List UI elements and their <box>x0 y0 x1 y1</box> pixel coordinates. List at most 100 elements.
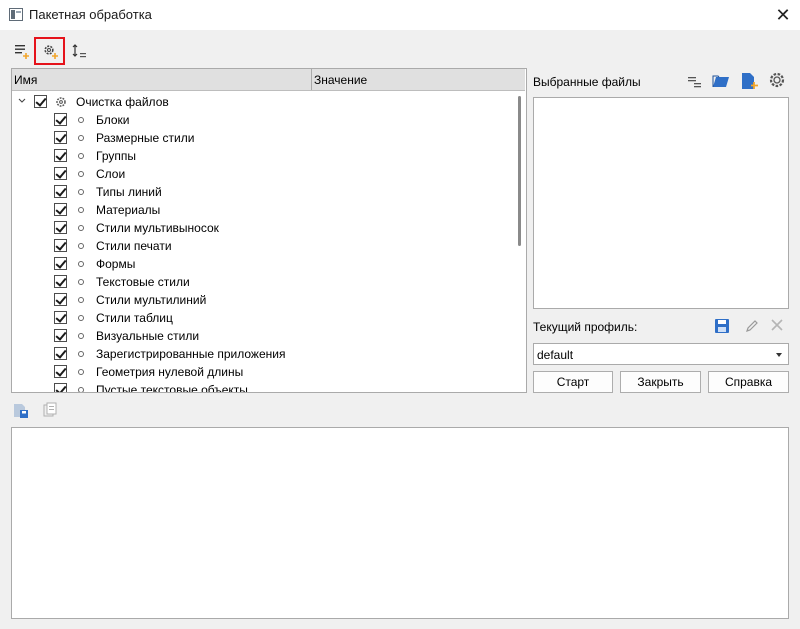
tree-item-label: Стили мультилиний <box>96 293 207 307</box>
tree-item-label: Типы линий <box>96 185 162 199</box>
bullet-icon <box>78 225 84 231</box>
bullet-icon <box>78 189 84 195</box>
tree-rows: Очистка файлов Блоки Размерные стили Групп… <box>12 93 512 393</box>
tree-row[interactable]: Визуальные стили <box>12 327 512 345</box>
save-log-icon[interactable] <box>12 401 30 419</box>
checkbox[interactable] <box>54 257 67 270</box>
chevron-down-icon[interactable] <box>776 353 782 357</box>
bullet-icon <box>78 351 84 357</box>
close-button[interactable]: Закрыть <box>620 371 701 393</box>
chevron-down-icon[interactable] <box>18 98 26 104</box>
gear-add-icon <box>43 45 58 59</box>
tree-item-label: Блоки <box>96 113 130 127</box>
tree-row[interactable]: Блоки <box>12 111 512 129</box>
bullet-icon <box>78 369 84 375</box>
tree-row[interactable]: Материалы <box>12 201 512 219</box>
tree-row[interactable]: Текстовые стили <box>12 273 512 291</box>
add-file-icon[interactable] <box>739 71 759 91</box>
column-name-header[interactable]: Имя <box>12 69 37 90</box>
start-button[interactable]: Старт <box>533 371 613 393</box>
tree-item-label: Формы <box>96 257 136 271</box>
checkbox[interactable] <box>54 185 67 198</box>
edit-icon[interactable] <box>744 318 760 334</box>
bullet-icon <box>78 315 84 321</box>
gear-add-button[interactable] <box>34 37 65 65</box>
checkbox[interactable] <box>54 311 67 324</box>
checkbox[interactable] <box>54 113 67 126</box>
bullet-icon <box>78 153 84 159</box>
tree-row[interactable]: Размерные стили <box>12 129 512 147</box>
open-folder-icon[interactable] <box>711 72 731 90</box>
settings-tree[interactable]: Имя Значение Очистка файлов Блоки Размерн… <box>11 68 527 393</box>
tree-row[interactable]: Стили мультилиний <box>12 291 512 309</box>
checkbox[interactable] <box>54 293 67 306</box>
selected-files-label: Выбранные файлы <box>533 75 641 89</box>
tree-row[interactable]: Формы <box>12 255 512 273</box>
tree-item-label: Размерные стили <box>96 131 195 145</box>
tree-row[interactable]: Стили печати <box>12 237 512 255</box>
bullet-icon <box>78 261 84 267</box>
tree-row-root[interactable]: Очистка файлов <box>12 93 512 111</box>
column-value-header[interactable]: Значение <box>312 69 367 90</box>
settings-icon[interactable] <box>767 70 787 90</box>
checkbox[interactable] <box>54 329 67 342</box>
checkbox[interactable] <box>54 365 67 378</box>
tree-row[interactable]: Типы линий <box>12 183 512 201</box>
window-title: Пакетная обработка <box>29 7 152 22</box>
tree-row[interactable]: Геометрия нулевой длины <box>12 363 512 381</box>
list-add-icon[interactable] <box>11 40 33 62</box>
help-button[interactable]: Справка <box>708 371 789 393</box>
profile-select-value: default <box>537 348 574 362</box>
checkbox[interactable] <box>54 131 67 144</box>
scrollbar-thumb[interactable] <box>518 96 521 246</box>
current-profile-label: Текущий профиль: <box>533 320 638 334</box>
tree-row[interactable]: Стили таблиц <box>12 309 512 327</box>
copy-log-icon[interactable] <box>41 401 59 419</box>
delete-icon[interactable] <box>769 317 785 333</box>
tree-row[interactable]: Стили мультивыносок <box>12 219 512 237</box>
checkbox[interactable] <box>54 275 67 288</box>
tree-item-label: Визуальные стили <box>96 329 200 343</box>
bullet-icon <box>78 135 84 141</box>
tree-header: Имя Значение <box>12 69 525 91</box>
checkbox[interactable] <box>54 149 67 162</box>
tree-item-label: Текстовые стили <box>96 275 190 289</box>
close-icon[interactable]: ✕ <box>772 4 794 26</box>
title-bar: Пакетная обработка ✕ <box>0 0 800 30</box>
tree-row[interactable]: Зарегистрированные приложения <box>12 345 512 363</box>
app-icon <box>9 8 23 21</box>
bullet-icon <box>78 387 84 392</box>
bullet-icon <box>78 171 84 177</box>
tree-item-label: Геометрия нулевой длины <box>96 365 244 379</box>
sort-icon[interactable] <box>68 40 90 62</box>
tree-scrollbar[interactable] <box>516 90 524 392</box>
tree-row[interactable]: Группы <box>12 147 512 165</box>
tree-item-label: Стили печати <box>96 239 172 253</box>
tree-item-label: Стили мультивыносок <box>96 221 219 235</box>
bullet-icon <box>78 333 84 339</box>
bullet-icon <box>78 243 84 249</box>
checkbox-root[interactable] <box>34 95 47 108</box>
tree-row[interactable]: Пустые текстовые объекты <box>12 381 512 393</box>
profile-select[interactable]: default <box>533 343 789 365</box>
tree-root-label: Очистка файлов <box>76 95 169 109</box>
save-icon[interactable] <box>713 317 731 335</box>
log-output[interactable] <box>11 427 789 619</box>
bullet-icon <box>78 279 84 285</box>
bullet-icon <box>78 207 84 213</box>
checkbox[interactable] <box>54 167 67 180</box>
selected-files-list[interactable] <box>533 97 789 309</box>
checkbox[interactable] <box>54 347 67 360</box>
tree-item-label: Слои <box>96 167 126 181</box>
checkbox[interactable] <box>54 239 67 252</box>
tree-item-label: Пустые текстовые объекты <box>96 383 248 393</box>
checkbox[interactable] <box>54 203 67 216</box>
tree-item-label: Зарегистрированные приложения <box>96 347 286 361</box>
gear-icon <box>56 97 66 107</box>
checkbox[interactable] <box>54 383 67 392</box>
tree-row[interactable]: Слои <box>12 165 512 183</box>
list-icon[interactable] <box>686 72 704 90</box>
tree-item-label: Материалы <box>96 203 161 217</box>
checkbox[interactable] <box>54 221 67 234</box>
tree-item-label: Стили таблиц <box>96 311 173 325</box>
